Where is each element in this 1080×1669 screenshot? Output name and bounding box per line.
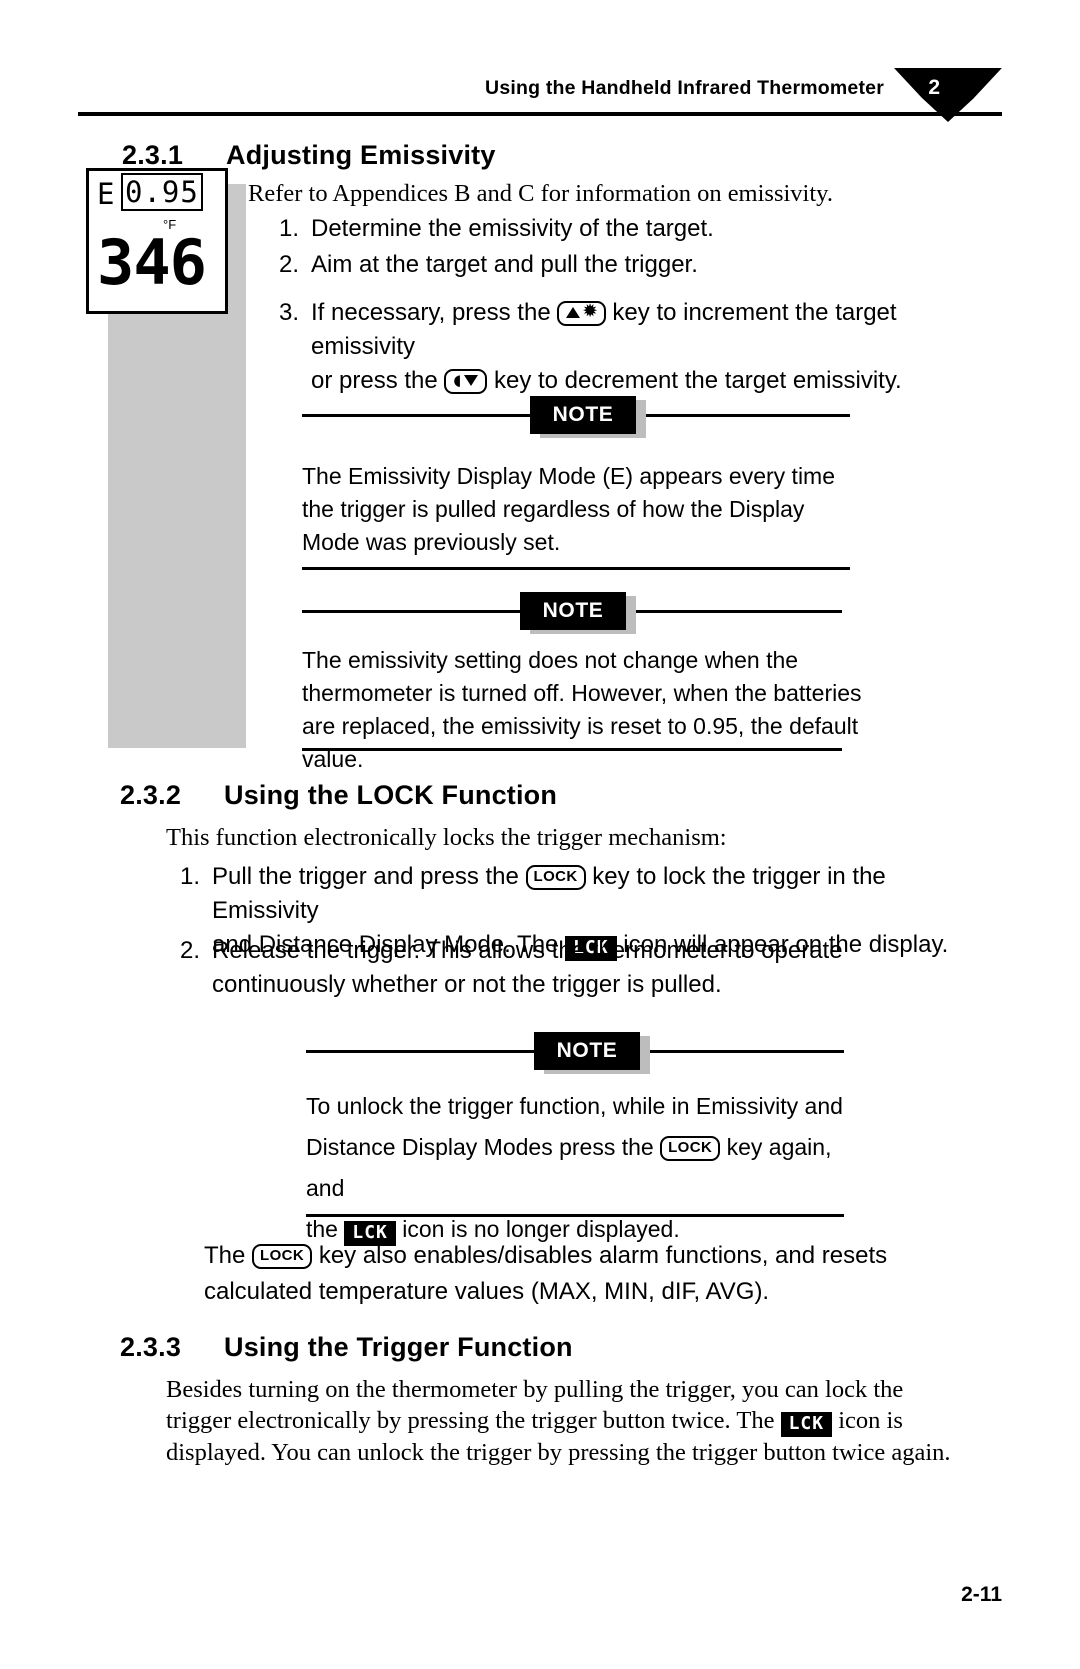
lck-icon: LCK xyxy=(780,1412,833,1437)
step-marker: 2. xyxy=(278,251,299,278)
heading-2-3-1-title: Adjusting Emissivity xyxy=(226,140,496,170)
note-rule-bottom xyxy=(302,748,842,751)
heading-2-3-1: 2.3.1 Adjusting Emissivity xyxy=(122,140,496,171)
lcd-illustration: E 0.95 °F 346 xyxy=(86,168,246,748)
lock-key-icon[interactable]: LOCK xyxy=(252,1244,313,1269)
note-rule-bottom xyxy=(302,567,850,570)
note-line-2a: Distance Display Modes press the xyxy=(306,1134,654,1160)
step-text: Aim at the target and pull the trigger. xyxy=(311,251,698,278)
lcd-mode-letter: E xyxy=(97,177,116,211)
lamp-icon: ◖ xyxy=(453,371,462,389)
step-text-part-c: or press the xyxy=(311,367,438,394)
closing-part-a: The xyxy=(204,1242,246,1269)
section-2-3-2-closing: The LOCK key also enables/disables alarm… xyxy=(204,1238,904,1310)
lock-key-icon[interactable]: LOCK xyxy=(525,865,586,890)
heading-2-3-3: 2.3.3 Using the Trigger Function xyxy=(120,1332,573,1363)
note-line-1: To unlock the trigger function, while in… xyxy=(306,1093,843,1119)
header-rule xyxy=(78,112,1002,116)
step-2-3-1-2: 2. Aim at the target and pull the trigge… xyxy=(265,248,955,282)
section-2-3-1-intro: Refer to Appendices B and C for informat… xyxy=(248,180,833,207)
lcd-display: E 0.95 °F 346 xyxy=(86,168,228,314)
increment-key-icon[interactable]: ✹ xyxy=(557,301,606,326)
note-tag: NOTE xyxy=(530,396,636,434)
document-page: Using the Handheld Infrared Thermometer … xyxy=(0,0,1080,1669)
step-marker: 1. xyxy=(278,215,299,242)
heading-2-3-2-title: Using the LOCK Function xyxy=(224,780,558,810)
triangle-down-icon xyxy=(464,375,479,386)
lcd-temperature-value: 346 xyxy=(97,226,207,299)
heading-2-3-3-title: Using the Trigger Function xyxy=(224,1332,573,1362)
step-2-3-1-3: 3. If necessary, press the ✹ key to incr… xyxy=(265,296,965,398)
chapter-number: 2 xyxy=(928,76,940,99)
step-text-part-a: If necessary, press the xyxy=(311,299,551,326)
note-rule-bottom xyxy=(306,1214,844,1217)
heading-2-3-1-number: 2.3.1 xyxy=(122,140,184,170)
note-tag: NOTE xyxy=(520,592,626,630)
heading-2-3-3-number: 2.3.3 xyxy=(120,1332,182,1362)
step-text-part-a: Pull the trigger and press the xyxy=(212,863,519,890)
step-text: Release the trigger. This allows the the… xyxy=(212,937,843,998)
lock-key-icon[interactable]: LOCK xyxy=(660,1136,721,1161)
step-2-3-1-1: 1. Determine the emissivity of the targe… xyxy=(265,212,955,246)
step-marker: 1. xyxy=(179,863,200,890)
heading-2-3-2-number: 2.3.2 xyxy=(120,780,182,810)
step-text-part-d: key to decrement the target emissivity. xyxy=(493,367,902,394)
header-title: Using the Handheld Infrared Thermometer xyxy=(485,77,884,99)
note-text: The Emissivity Display Mode (E) appears … xyxy=(302,463,835,555)
step-text: Determine the emissivity of the target. xyxy=(311,215,714,242)
page-number: 2-11 xyxy=(961,1583,1002,1606)
note-text: To unlock the trigger function, while in… xyxy=(306,1086,866,1250)
section-2-3-3-paragraph: Besides turning on the thermometer by pu… xyxy=(166,1374,956,1468)
step-marker: 3. xyxy=(278,299,299,326)
step-text: If necessary, press the ✹ key to increme… xyxy=(311,296,965,398)
decrement-key-icon[interactable]: ◖ xyxy=(444,369,488,394)
triangle-up-icon xyxy=(566,307,581,318)
note-tag: NOTE xyxy=(534,1032,640,1070)
page-header: Using the Handheld Infrared Thermometer … xyxy=(78,68,1002,122)
lcd-emissivity-value: 0.95 xyxy=(121,173,203,211)
step-2-3-2-2: 2. Release the trigger. This allows the … xyxy=(166,934,866,1002)
note-text: The emissivity setting does not change w… xyxy=(302,647,862,772)
sun-icon: ✹ xyxy=(583,303,597,320)
section-2-3-2-intro: This function electronically locks the t… xyxy=(166,824,727,851)
heading-2-3-2: 2.3.2 Using the LOCK Function xyxy=(120,780,557,811)
step-marker: 2. xyxy=(179,937,200,964)
